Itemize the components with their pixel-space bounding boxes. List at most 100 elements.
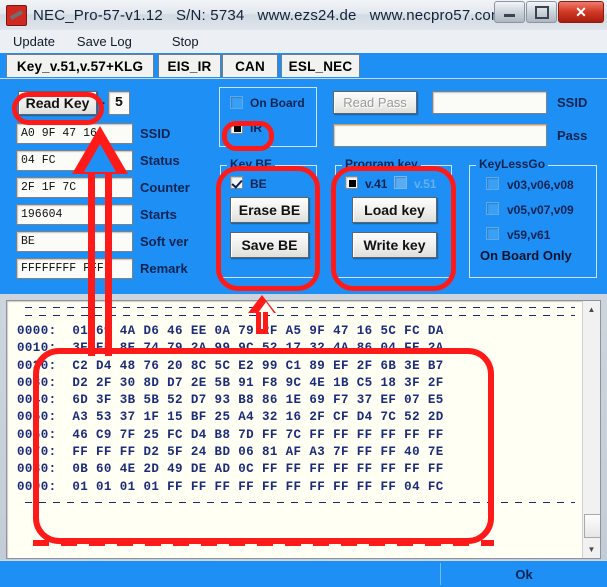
counter-row-label: Counter (140, 180, 190, 195)
annotation-small-arrow-stem (256, 312, 268, 334)
annotation-arrow-to-key-be (248, 295, 276, 341)
hex-row-bytes: D2 2F 30 8D D7 2E 5B 91 F8 9C 4E 1B C5 1… (72, 375, 444, 390)
hex-row-bytes: 6D 3F 3B 5B 52 D7 93 B8 86 1E 69 F7 37 E… (72, 393, 444, 408)
keylessgo-option-1-label: v03,v06,v08 (507, 178, 574, 192)
key-number-field[interactable]: 5 (108, 91, 130, 115)
title-site-1: www.ezs24.de (257, 6, 357, 24)
save-be-button[interactable]: Save BE (230, 232, 309, 258)
menu-item-update[interactable]: Update (4, 32, 64, 51)
hex-output-panel: 0000: 01 69 4A D6 46 EE 0A 79 2F A5 9F 4… (6, 300, 601, 559)
hex-row-bytes: 3E EF 8E 74 79 2A 99 9C 52 17 32 4A 86 0… (72, 341, 444, 356)
ir-label: IR (250, 121, 262, 135)
key-be-group-title: Key BE (227, 157, 276, 171)
hex-vertical-scrollbar[interactable]: ▲ ▼ (582, 301, 600, 558)
tab-eis-ir[interactable]: EIS_IR (158, 54, 221, 77)
on-board-checkbox[interactable] (230, 96, 243, 109)
hex-row-addr: 0020: (17, 358, 57, 373)
menu-item-save-log[interactable]: Save Log (68, 32, 141, 51)
read-key-separator: - (100, 94, 105, 111)
hex-row-addr: 0010: (17, 341, 57, 356)
keylessgo-option-3-label: v59,v61 (507, 228, 551, 242)
hex-row: 0050: A3 53 37 1F 15 BF 25 A4 32 16 2F C… (17, 409, 583, 426)
write-key-button[interactable]: Write key (352, 232, 437, 258)
program-key-v41-radio[interactable] (345, 176, 358, 189)
hex-row-bytes: 01 01 01 01 FF FF FF FF FF FF FF FF FF F… (72, 479, 444, 494)
keylessgo-group-title: KeyLessGo (476, 157, 549, 171)
status-ok-cell: Ok (440, 563, 607, 585)
annotation-arrow-to-read-key (72, 126, 128, 326)
ssid-row-label: SSID (140, 126, 171, 141)
title-app-name: NEC_Pro-57-v1.12 (33, 6, 163, 24)
scroll-down-icon[interactable]: ▼ (583, 541, 600, 558)
hex-row-addr: 0050: (17, 410, 57, 425)
hex-row-bytes: 0B 60 4E 2D 49 DE AD 0C FF FF FF FF FF F… (72, 462, 444, 477)
status-row-label: Status (140, 153, 180, 168)
tab-esl-nec[interactable]: ESL_NEC (281, 54, 360, 77)
hex-row-bytes: C2 D4 48 76 20 8C 5C E2 99 C1 89 EF 2F 6… (72, 358, 444, 373)
ssid-input[interactable] (432, 91, 547, 114)
program-key-v51-radio[interactable] (394, 176, 407, 189)
be-checkbox[interactable] (230, 176, 243, 189)
soft-ver-row-label: Soft ver (140, 234, 189, 249)
read-pass-button[interactable]: Read Pass (333, 91, 417, 114)
on-board-label: On Board (250, 96, 305, 110)
scroll-up-icon[interactable]: ▲ (583, 301, 600, 318)
hex-separator-bottom (25, 501, 575, 503)
close-button[interactable]: ✕ (558, 1, 604, 23)
tab-strip: Key_v.51,v.57+KLG EIS_IR CAN ESL_NEC (0, 53, 607, 78)
keylessgo-option-2-checkbox[interactable] (486, 202, 499, 215)
hex-row-addr: 0060: (17, 427, 57, 442)
program-key-group: Program key v.41 v.51 Load key Write key (335, 157, 452, 278)
pass-input[interactable] (333, 124, 547, 147)
application-window: NEC_Pro-57-v1.12 S/N: 5734 www.ezs24.de www… (0, 0, 607, 587)
keylessgo-option-2-label: v05,v07,v09 (507, 203, 574, 217)
keylessgo-group: KeyLessGo v03,v06,v08 v05,v07,v09 v59,v6… (469, 157, 597, 278)
title-serial: S/N: 5734 (175, 6, 245, 24)
remark-row-label: Remark (140, 261, 188, 276)
maximize-icon (534, 5, 549, 19)
mode-group: On Board IR (219, 87, 317, 147)
hex-row-addr: 0030: (17, 375, 57, 390)
hex-row: 0040: 6D 3F 3B 5B 52 D7 93 B8 86 1E 69 F… (17, 392, 583, 409)
hex-row: 0020: C2 D4 48 76 20 8C 5C E2 99 C1 89 E… (17, 358, 583, 375)
hex-row: 0090: 01 01 01 01 FF FF FF FF FF FF FF F… (17, 479, 583, 496)
hex-row: 0030: D2 2F 30 8D D7 2E 5B 91 F8 9C 4E 1… (17, 375, 583, 392)
app-icon (6, 4, 27, 26)
key-be-group: Key BE BE Erase BE Save BE (220, 157, 317, 278)
scrollbar-thumb[interactable] (584, 514, 600, 538)
status-left-cell (0, 563, 100, 585)
menu-item-stop[interactable]: Stop (163, 32, 208, 51)
tab-can[interactable]: CAN (222, 54, 278, 77)
program-key-group-title: Program key (342, 157, 421, 171)
title-site-2: www.necpro57.com (369, 6, 504, 24)
ir-radio[interactable] (230, 121, 243, 134)
hex-row-bytes: 46 C9 7F 25 FC D4 B8 7D FF 7C FF FF FF F… (72, 427, 444, 442)
load-key-button[interactable]: Load key (352, 197, 437, 223)
be-checkbox-label: BE (250, 177, 267, 191)
maximize-button[interactable] (526, 1, 557, 23)
title-bar: NEC_Pro-57-v1.12 S/N: 5734 www.ezs24.de www… (0, 0, 607, 31)
hex-row: 0080: 0B 60 4E 2D 49 DE AD 0C FF FF FF F… (17, 461, 583, 478)
tab-key-v51-v57-klg[interactable]: Key_v.51,v.57+KLG (6, 54, 154, 77)
status-bar: Ok (0, 560, 607, 587)
erase-be-button[interactable]: Erase BE (230, 197, 309, 223)
hex-row-addr: 0000: (17, 324, 57, 338)
hex-row: 0010: 3E EF 8E 74 79 2A 99 9C 52 17 32 4… (17, 340, 583, 357)
menu-bar: Update Save Log Stop (0, 30, 607, 54)
hex-row-addr: 0070: (17, 445, 57, 460)
minimize-icon (504, 13, 515, 17)
window-title: NEC_Pro-57-v1.12 S/N: 5734 www.ezs24.de www… (33, 7, 517, 24)
starts-row-label: Starts (140, 207, 177, 222)
hex-row: 0060: 46 C9 7F 25 FC D4 B8 7D FF 7C FF F… (17, 427, 583, 444)
hex-row-addr: 0080: (17, 462, 57, 477)
program-key-v51-label: v.51 (414, 177, 437, 191)
keylessgo-option-1-checkbox[interactable] (486, 177, 499, 190)
minimize-button[interactable] (494, 1, 525, 23)
hex-row-bytes: FF FF FF D2 5F 24 BD 06 81 AF A3 7F FF F… (72, 445, 444, 460)
hex-row: 0070: FF FF FF D2 5F 24 BD 06 81 AF A3 7… (17, 444, 583, 461)
window-controls: ✕ (493, 1, 604, 23)
annotation-arrow-stem (88, 172, 112, 322)
read-key-button[interactable]: Read Key (18, 91, 97, 115)
hex-row-addr: 0090: (17, 479, 57, 494)
keylessgo-option-3-checkbox[interactable] (486, 227, 499, 240)
